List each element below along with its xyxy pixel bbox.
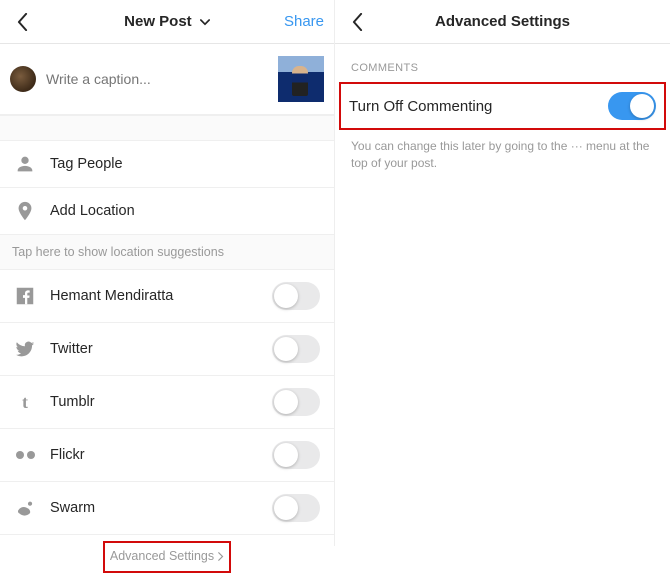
tag-people-row[interactable]: Tag People <box>0 141 334 188</box>
caption-row <box>0 44 334 115</box>
share-twitter-toggle[interactable] <box>272 335 320 363</box>
back-button[interactable] <box>10 10 34 34</box>
caption-input[interactable] <box>46 71 268 87</box>
share-facebook-label: Hemant Mendiratta <box>50 288 258 304</box>
share-button[interactable]: Share <box>284 13 324 30</box>
share-twitter-row[interactable]: Twitter <box>0 323 334 376</box>
advanced-settings-label: Advanced Settings <box>110 549 214 563</box>
turn-off-commenting-help: You can change this later by going to th… <box>335 132 670 173</box>
spacer <box>0 115 334 141</box>
chevron-left-icon <box>352 13 363 31</box>
share-flickr-label: Flickr <box>50 447 258 463</box>
header: Advanced Settings <box>335 0 670 44</box>
turn-off-commenting-toggle[interactable] <box>608 92 656 120</box>
share-swarm-toggle[interactable] <box>272 494 320 522</box>
location-pin-icon <box>14 200 36 222</box>
share-flickr-toggle[interactable] <box>272 441 320 469</box>
share-tumblr-toggle[interactable] <box>272 388 320 416</box>
share-swarm-row[interactable]: Swarm <box>0 482 334 535</box>
add-location-row[interactable]: Add Location <box>0 188 334 235</box>
tag-people-label: Tag People <box>50 156 320 172</box>
advanced-settings-link[interactable]: Advanced Settings <box>0 535 334 577</box>
header: New Post Share <box>0 0 334 44</box>
tag-person-icon <box>14 153 36 175</box>
share-swarm-label: Swarm <box>50 500 258 516</box>
header-title: Advanced Settings <box>335 13 670 30</box>
chevron-left-icon <box>17 13 28 31</box>
new-post-screen: New Post Share Tag People Add Location T… <box>0 0 335 546</box>
location-suggestion-hint[interactable]: Tap here to show location suggestions <box>0 235 334 270</box>
add-location-label: Add Location <box>50 203 320 219</box>
swarm-icon <box>14 497 36 519</box>
share-tumblr-label: Tumblr <box>50 394 258 410</box>
comments-section-label: COMMENTS <box>335 44 670 80</box>
share-facebook-toggle[interactable] <box>272 282 320 310</box>
flickr-icon <box>14 444 36 466</box>
back-button[interactable] <box>345 10 369 34</box>
share-twitter-label: Twitter <box>50 341 258 357</box>
post-thumbnail[interactable] <box>278 56 324 102</box>
chevron-right-icon <box>218 552 224 561</box>
turn-off-commenting-label: Turn Off Commenting <box>349 98 492 115</box>
header-title[interactable]: New Post <box>124 13 192 30</box>
tumblr-icon: t <box>14 391 36 413</box>
user-avatar[interactable] <box>10 66 36 92</box>
chevron-down-icon[interactable] <box>200 13 210 30</box>
share-tumblr-row[interactable]: t Tumblr <box>0 376 334 429</box>
twitter-icon <box>14 338 36 360</box>
facebook-icon <box>14 285 36 307</box>
turn-off-commenting-row[interactable]: Turn Off Commenting <box>335 80 670 132</box>
share-flickr-row[interactable]: Flickr <box>0 429 334 482</box>
advanced-settings-screen: Advanced Settings COMMENTS Turn Off Comm… <box>335 0 670 546</box>
share-facebook-row[interactable]: Hemant Mendiratta <box>0 270 334 323</box>
